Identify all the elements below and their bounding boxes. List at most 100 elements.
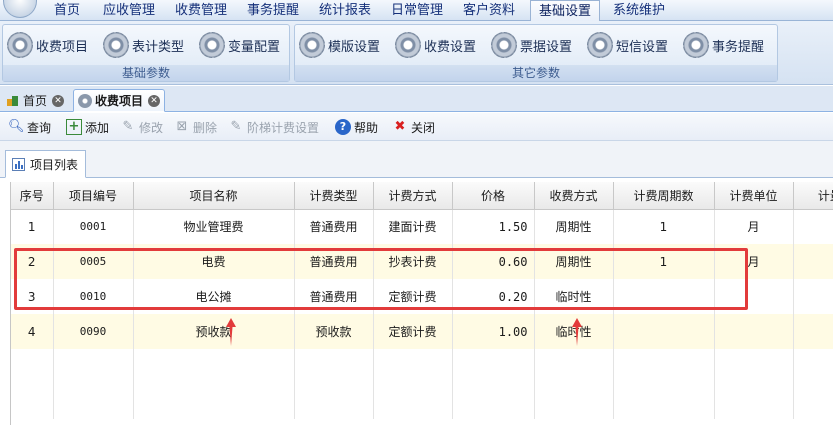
column-header[interactable]: 项目编号 — [53, 182, 134, 210]
table-cell — [613, 279, 715, 314]
chart-icon — [12, 157, 25, 171]
column-header[interactable]: 计量- — [793, 182, 833, 210]
add-icon: + — [66, 119, 82, 135]
table-row[interactable]: 4 0090 预收款 预收款 定额计费 1.00 临时性 — [11, 314, 833, 349]
close-icon[interactable]: ✕ — [52, 94, 65, 107]
table-row[interactable]: 3 0010 电公摊 普通费用 定额计费 0.20 临时性 — [11, 279, 833, 314]
menu-system[interactable]: 系统维护 — [606, 0, 672, 21]
empty-cell — [452, 349, 535, 384]
table-row[interactable]: 2 0005 电费 普通费用 抄表计费 0.60 周期性 1 月 — [11, 244, 833, 279]
app-orb-button[interactable] — [3, 0, 37, 18]
empty-cell — [534, 349, 614, 384]
table-cell: 周期性 — [534, 244, 614, 279]
tab-home[interactable]: 首页 ✕ — [2, 89, 68, 112]
tab-fee-items[interactable]: 收费项目 ✕ — [73, 89, 166, 112]
ribbon-fee-items-button[interactable]: 收费项目 — [7, 31, 88, 59]
empty-cell — [613, 384, 715, 419]
table-cell: 普通费用 — [294, 244, 374, 279]
empty-row — [11, 384, 833, 419]
column-header[interactable]: 序号 — [11, 182, 54, 210]
table-cell: 0090 — [53, 314, 134, 349]
ribbon-sms-settings-button[interactable]: 短信设置 — [587, 31, 668, 59]
delete-button[interactable]: ⊠ 删除 — [174, 117, 217, 137]
menu-reminders[interactable]: 事务提醒 — [240, 0, 306, 21]
ribbon-reminders-button[interactable]: 事务提醒 — [683, 31, 764, 59]
column-header[interactable]: 计费周期数 — [613, 182, 715, 210]
menu-daily[interactable]: 日常管理 — [384, 0, 450, 21]
table-cell — [793, 279, 833, 314]
empty-cell — [793, 384, 833, 419]
empty-cell — [793, 349, 833, 384]
tiered-billing-button[interactable]: ✎ 阶梯计费设置 — [228, 117, 319, 137]
search-icon: 🔍︎ — [8, 119, 25, 134]
column-header[interactable]: 收费方式 — [534, 182, 614, 210]
close-icon: ✖ — [394, 119, 406, 134]
empty-cell — [613, 349, 715, 384]
empty-cell — [53, 384, 134, 419]
column-header[interactable]: 计费单位 — [714, 182, 794, 210]
ribbon-invoice-settings-button[interactable]: 票据设置 — [491, 31, 572, 59]
empty-cell — [294, 384, 374, 419]
add-button[interactable]: + 添加 — [66, 117, 109, 137]
table-cell: 0.20 — [452, 279, 535, 314]
ribbon-variables-button[interactable]: 变量配置 — [199, 31, 280, 59]
close-icon[interactable]: ✕ — [148, 94, 161, 107]
list-panel-header: 项目列表 — [0, 141, 833, 178]
fee-items-grid: 序号项目编号项目名称计费类型计费方式价格收费方式计费周期数计费单位计量- 100… — [10, 182, 833, 425]
gear-icon — [491, 32, 517, 58]
empty-cell — [294, 349, 374, 384]
table-cell: 抄表计费 — [373, 244, 453, 279]
table-cell: 0005 — [53, 244, 134, 279]
gear-icon — [683, 32, 709, 58]
query-button[interactable]: 🔍︎ 查询 — [8, 117, 51, 137]
document-tab-strip: 首页 ✕ 收费项目 ✕ — [0, 86, 833, 112]
ribbon-fee-settings-button[interactable]: 收费设置 — [395, 31, 476, 59]
column-header[interactable]: 项目名称 — [133, 182, 295, 210]
table-row[interactable]: 1 0001 物业管理费 普通费用 建面计费 1.50 周期性 1 月 — [11, 209, 833, 244]
table-cell: 预收款 — [133, 314, 295, 349]
gear-icon — [7, 32, 33, 58]
gear-icon — [78, 93, 92, 108]
column-header[interactable]: 计费类型 — [294, 182, 374, 210]
table-cell: 0.60 — [452, 244, 535, 279]
edit-button[interactable]: ✎ 修改 — [120, 117, 163, 137]
edit-icon: ✎ — [230, 119, 242, 134]
menu-customers[interactable]: 客户资料 — [456, 0, 522, 21]
help-button[interactable]: ? 帮助 — [335, 117, 378, 137]
edit-icon: ✎ — [122, 119, 134, 134]
table-cell — [793, 314, 833, 349]
table-cell: 0001 — [53, 209, 134, 244]
table-cell: 1 — [613, 244, 715, 279]
ribbon-group-title: 其它参数 — [295, 65, 777, 81]
menu-reports[interactable]: 统计报表 — [312, 0, 378, 21]
menu-receivables[interactable]: 应收管理 — [96, 0, 162, 21]
empty-cell — [373, 384, 453, 419]
menu-basic-settings[interactable]: 基础设置 — [530, 0, 600, 22]
gear-icon — [587, 32, 613, 58]
table-cell: 0010 — [53, 279, 134, 314]
ribbon-meter-types-button[interactable]: 表计类型 — [103, 31, 184, 59]
column-header[interactable]: 价格 — [452, 182, 535, 210]
empty-cell — [714, 349, 794, 384]
close-button[interactable]: ✖ 关闭 — [392, 117, 435, 137]
table-cell: 预收款 — [294, 314, 374, 349]
ribbon-templates-button[interactable]: 模版设置 — [299, 31, 380, 59]
home-icon — [7, 95, 18, 106]
empty-cell — [534, 384, 614, 419]
table-cell: 2 — [11, 244, 54, 279]
table-cell: 临时性 — [534, 314, 614, 349]
menu-home[interactable]: 首页 — [44, 0, 90, 21]
table-cell: 定额计费 — [373, 314, 453, 349]
help-icon: ? — [335, 119, 351, 135]
main-menu-bar: 首页 应收管理 收费管理 事务提醒 统计报表 日常管理 客户资料 基础设置 系统… — [0, 0, 833, 22]
table-cell: 普通费用 — [294, 279, 374, 314]
tab-item-list[interactable]: 项目列表 — [5, 150, 86, 178]
column-header[interactable]: 计费方式 — [373, 182, 453, 210]
action-toolbar: 🔍︎ 查询 + 添加 ✎ 修改 ⊠ 删除 ✎ 阶梯计费设置 ? 帮助 ✖ 关闭 — [0, 113, 833, 141]
empty-cell — [452, 384, 535, 419]
table-cell: 月 — [714, 244, 794, 279]
empty-cell — [53, 349, 134, 384]
ribbon-panel: 收费项目 表计类型 变量配置 基础参数 模版设置 收费设置 票据设置 短信设置 — [0, 21, 833, 85]
menu-billing[interactable]: 收费管理 — [168, 0, 234, 21]
ribbon-group-title: 基础参数 — [3, 65, 289, 81]
